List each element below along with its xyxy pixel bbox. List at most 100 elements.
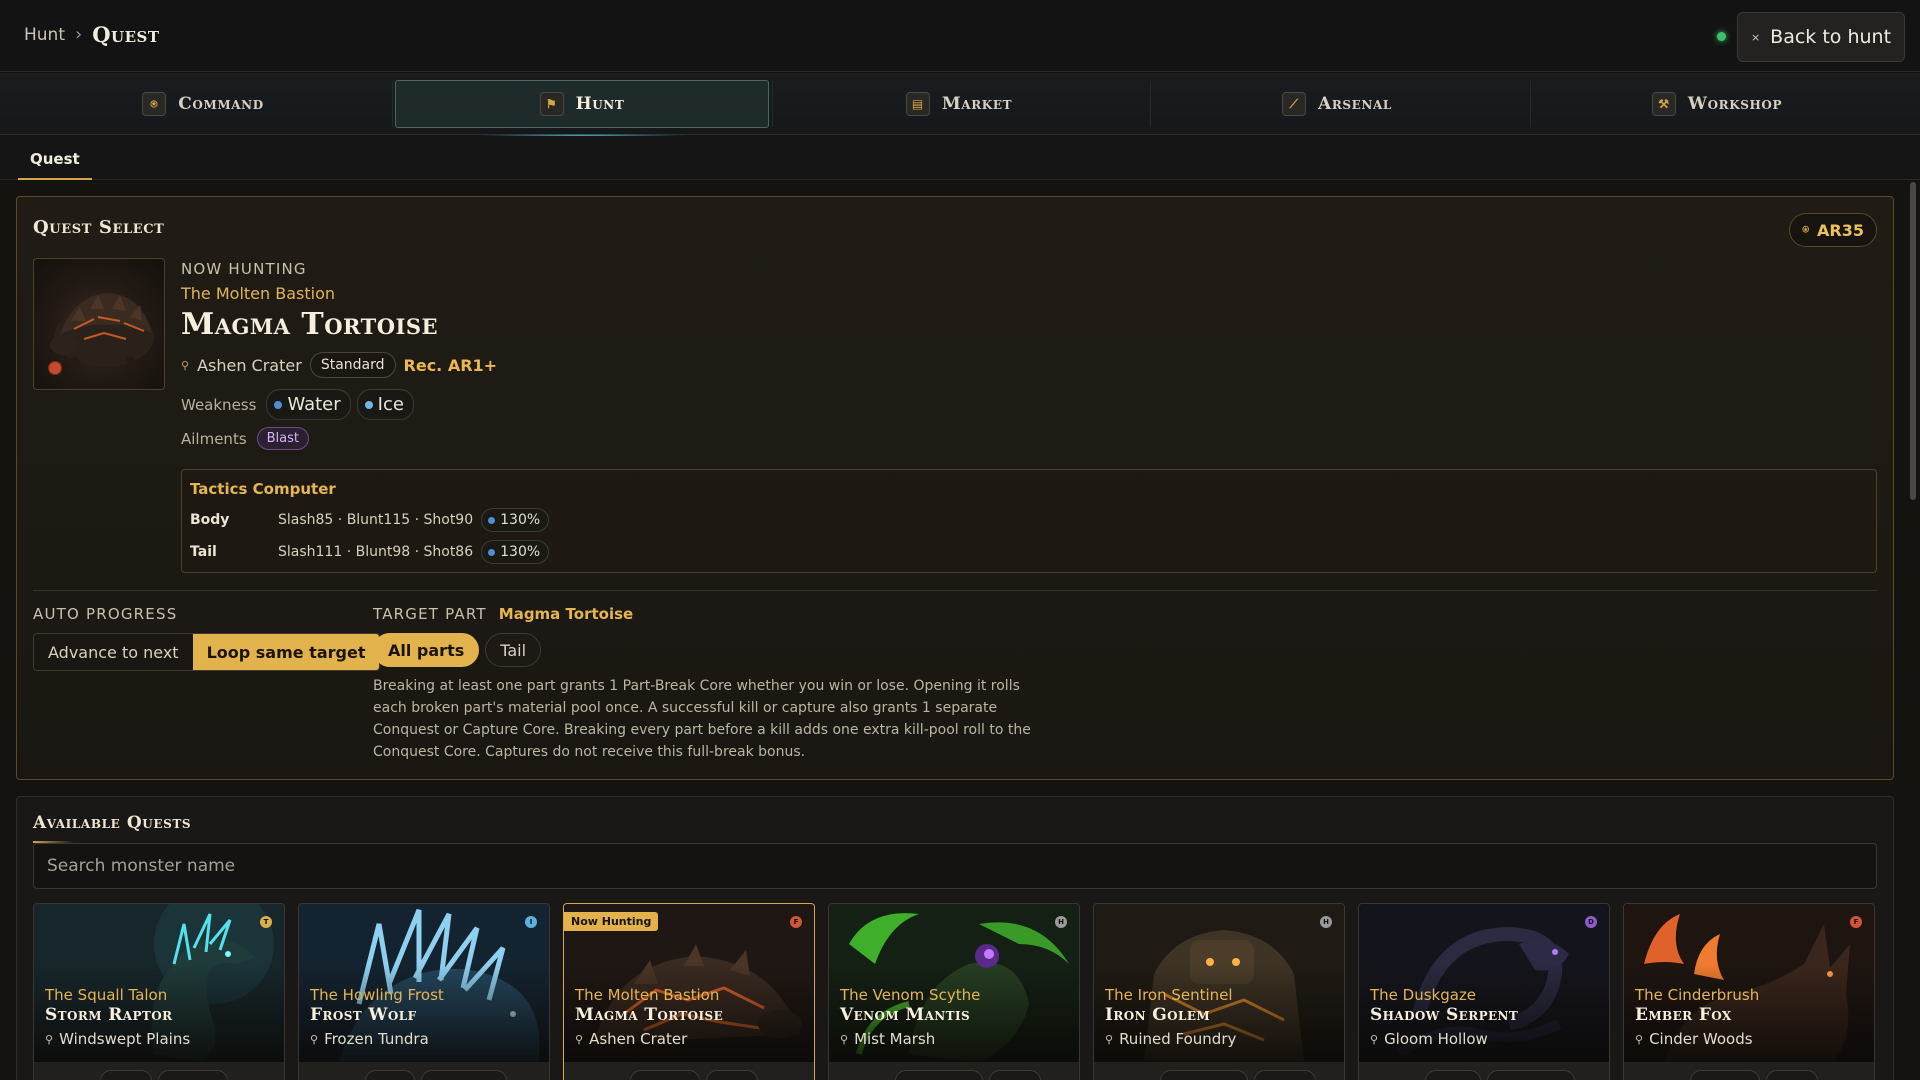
tactic-pct-badge: 130% <box>481 540 550 564</box>
advance-to-next-button[interactable]: Advance to next <box>34 634 193 670</box>
water-icon <box>488 548 496 556</box>
part-tail-button[interactable]: Tail <box>485 633 542 667</box>
tactic-pct: 130% <box>500 544 541 560</box>
rank-icon: D <box>1585 916 1597 928</box>
tactic-stats: Slash85 · Blunt115 · Shot90 <box>278 512 474 528</box>
market-icon: ▤ <box>905 92 930 116</box>
card-area: The Venom Scythe <box>840 986 981 1004</box>
monster-search-input[interactable] <box>33 843 1877 889</box>
card-location: ⚲ Ashen Crater <box>575 1030 687 1048</box>
rank-icon: T <box>260 916 272 928</box>
rank-icon: I <box>525 916 537 928</box>
weakness-ice: Ice <box>356 389 414 420</box>
breadcrumb: Hunt › Quest <box>24 22 160 47</box>
tab-market[interactable]: ▤ Market <box>772 80 1146 128</box>
tab-arsenal-label: Arsenal <box>1318 94 1392 114</box>
nav-divider <box>392 81 393 127</box>
tactic-stats: Slash111 · Blunt98 · Shot86 <box>278 544 474 560</box>
loop-same-target-button[interactable]: Loop same target <box>192 634 380 670</box>
tactic-row-tail: Tail Slash111 · Blunt98 · Shot86 130% <box>190 540 550 564</box>
back-to-hunt-button[interactable]: × Back to hunt <box>1737 12 1905 62</box>
tab-command[interactable]: ⍟ Command <box>16 80 390 128</box>
weakness-row: Weakness Water Ice <box>181 389 414 420</box>
quest-card-storm-raptor[interactable]: T The Squall Talon Storm Raptor ⚲ Windswe… <box>33 903 285 1080</box>
target-part-monster: Magma Tortoise <box>498 605 634 623</box>
tab-hunt[interactable]: ⚑ Hunt <box>395 80 769 137</box>
element-chip <box>100 1070 152 1080</box>
subtab-quest[interactable]: Quest <box>18 136 92 180</box>
quest-cards: T The Squall Talon Storm Raptor ⚲ Windswe… <box>33 903 1879 1080</box>
tactic-part: Body <box>190 512 230 528</box>
quest-card-frost-wolf[interactable]: I The Howling Frost Frost Wolf ⚲ Frozen T… <box>298 903 550 1080</box>
tactic-row-body: Body Slash85 · Blunt115 · Shot90 130% <box>190 508 550 532</box>
command-icon: ⍟ <box>142 92 167 116</box>
flag-icon: ⚑ <box>539 92 564 116</box>
quest-card-ember-fox[interactable]: F The Cinderbrush Ember Fox ⚲ Cinder Wood… <box>1623 903 1875 1080</box>
card-location-label: Mist Marsh <box>854 1030 936 1048</box>
location-pin-icon: ⚲ <box>45 1032 54 1046</box>
card-monster-name: Ember Fox <box>1635 1005 1732 1025</box>
rank-icon: H <box>1055 916 1067 928</box>
card-area: The Squall Talon <box>45 986 168 1004</box>
location-pin-icon: ⚲ <box>1105 1032 1114 1046</box>
element-chip <box>158 1070 228 1080</box>
rank-icon: F <box>1850 916 1862 928</box>
tactics-computer: Tactics Computer Body Slash85 · Blunt115… <box>181 469 1877 573</box>
quest-select-panel: Quest Select ⍟ AR35 NOW HUNTING The Molt… <box>16 196 1894 780</box>
auto-progress-toggle: Advance to next Loop same target <box>33 633 381 671</box>
breadcrumb-hunt-link[interactable]: Hunt <box>24 25 65 45</box>
card-area: The Duskgaze <box>1370 986 1477 1004</box>
target-part-header: TARGET PART Magma Tortoise <box>373 605 633 623</box>
hunt-meta: ⚲ Ashen Crater Standard Rec. AR1+ <box>181 352 497 378</box>
tactic-pct-badge: 130% <box>481 508 550 532</box>
card-footer <box>1624 1062 1874 1080</box>
card-monster-name: Iron Golem <box>1105 1005 1211 1025</box>
element-chip <box>365 1070 415 1080</box>
card-location-label: Windswept Plains <box>59 1030 191 1048</box>
card-footer <box>564 1062 814 1080</box>
card-location: ⚲ Frozen Tundra <box>310 1030 429 1048</box>
element-chip <box>630 1070 700 1080</box>
element-chip <box>1766 1070 1818 1080</box>
quest-card-venom-mantis[interactable]: H The Venom Scythe Venom Mantis ⚲ Mist Ma… <box>828 903 1080 1080</box>
quest-card-iron-golem[interactable]: H The Iron Sentinel Iron Golem ⚲ Ruined F… <box>1093 903 1345 1080</box>
tab-arsenal[interactable]: ⟋ Arsenal <box>1150 80 1524 128</box>
tab-workshop[interactable]: ⚒ Workshop <box>1530 80 1904 128</box>
location-pin-icon: ⚲ <box>310 1032 319 1046</box>
part-all-button[interactable]: All parts <box>373 633 480 667</box>
now-hunting-tag: Now Hunting <box>564 912 659 931</box>
weakness-water-label: Water <box>287 394 341 415</box>
ailments-row: Ailments Blast <box>181 427 310 450</box>
monster-portrait <box>33 258 165 390</box>
card-location: ⚲ Windswept Plains <box>45 1030 190 1048</box>
card-location-label: Gloom Hollow <box>1384 1030 1488 1048</box>
card-location-label: Ashen Crater <box>589 1030 688 1048</box>
recommended-rank: Rec. AR1+ <box>403 355 498 375</box>
target-part-label: TARGET PART <box>373 605 487 623</box>
element-chip <box>706 1070 758 1080</box>
hunter-rank-value: AR35 <box>1817 220 1864 240</box>
section-divider <box>33 590 1877 591</box>
weakness-ice-label: Ice <box>377 394 404 415</box>
sub-tabs: Quest <box>0 136 1920 180</box>
location-pin-icon: ⚲ <box>575 1032 584 1046</box>
ailments-label: Ailments <box>181 429 247 448</box>
card-location-label: Frozen Tundra <box>324 1030 429 1048</box>
weakness-label: Weakness <box>181 395 257 414</box>
tab-hunt-label: Hunt <box>575 94 625 114</box>
card-footer <box>299 1062 549 1080</box>
breadcrumb-separator: › <box>75 24 83 45</box>
tab-workshop-label: Workshop <box>1687 94 1783 114</box>
card-location: ⚲ Cinder Woods <box>1635 1030 1753 1048</box>
card-location-label: Ruined Foundry <box>1119 1030 1237 1048</box>
scrollbar-thumb[interactable] <box>1910 182 1916 500</box>
card-footer <box>1094 1062 1344 1080</box>
quest-card-shadow-serpent[interactable]: D The Duskgaze Shadow Serpent ⚲ Gloom Hol… <box>1358 903 1610 1080</box>
breadcrumb-current: Quest <box>92 22 160 47</box>
element-chip <box>989 1070 1041 1080</box>
tab-market-label: Market <box>941 94 1013 114</box>
fire-element-icon <box>48 361 62 375</box>
quest-card-magma-tortoise[interactable]: Now Hunting F The Molten Bastion Magma T… <box>563 903 815 1080</box>
element-chip <box>1254 1070 1316 1080</box>
page-scrollbar[interactable] <box>1910 180 1916 1080</box>
